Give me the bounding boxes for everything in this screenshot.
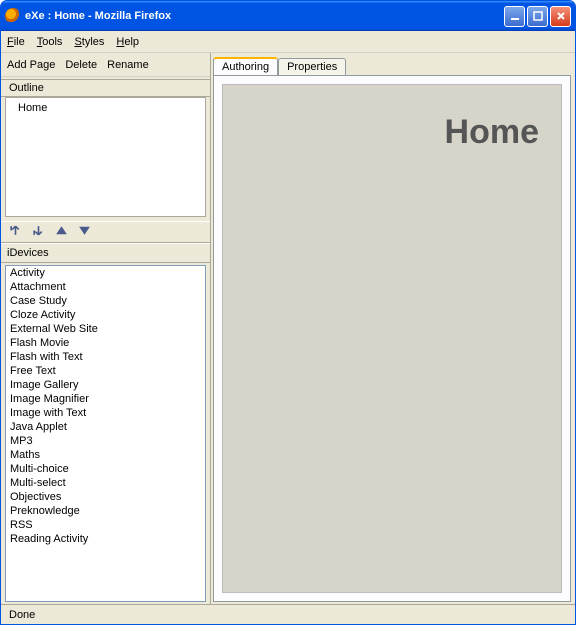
- idevice-item[interactable]: Flash Movie: [6, 336, 205, 350]
- idevice-item[interactable]: Java Applet: [6, 420, 205, 434]
- idevice-item[interactable]: Image Magnifier: [6, 392, 205, 406]
- idevice-item[interactable]: Objectives: [6, 490, 205, 504]
- idevice-item[interactable]: Cloze Activity: [6, 308, 205, 322]
- idevices-header: iDevices: [1, 243, 210, 263]
- idevice-item[interactable]: Multi-select: [6, 476, 205, 490]
- maximize-button[interactable]: [527, 6, 548, 27]
- idevice-item[interactable]: External Web Site: [6, 322, 205, 336]
- idevice-item[interactable]: Activity: [6, 266, 205, 280]
- minimize-button[interactable]: [504, 6, 525, 27]
- move-down-icon[interactable]: [78, 224, 91, 240]
- idevice-item[interactable]: Free Text: [6, 364, 205, 378]
- outline-node-home[interactable]: Home: [18, 102, 193, 114]
- window-buttons: [504, 6, 571, 27]
- app-window: eXe : Home - Mozilla Firefox File Tools …: [0, 0, 576, 625]
- main-body: Add Page Delete Rename Outline Home iDev…: [1, 53, 575, 604]
- authoring-canvas[interactable]: Home: [222, 84, 562, 593]
- tab-authoring[interactable]: Authoring: [213, 57, 278, 75]
- menu-styles[interactable]: Styles: [74, 36, 104, 48]
- left-panel: Add Page Delete Rename Outline Home iDev…: [1, 53, 211, 604]
- page-toolbar: Add Page Delete Rename: [1, 53, 210, 77]
- menu-file[interactable]: File: [7, 36, 25, 48]
- idevice-item[interactable]: Image Gallery: [6, 378, 205, 392]
- idevice-item[interactable]: RSS: [6, 518, 205, 532]
- idevice-item[interactable]: Multi-choice: [6, 462, 205, 476]
- idevice-item[interactable]: Case Study: [6, 294, 205, 308]
- page-title: Home: [445, 113, 539, 152]
- outline-header: Outline: [1, 79, 210, 97]
- outline-controls: [1, 221, 210, 243]
- titlebar[interactable]: eXe : Home - Mozilla Firefox: [1, 1, 575, 31]
- move-up-icon[interactable]: [55, 224, 68, 240]
- menu-tools[interactable]: Tools: [37, 36, 63, 48]
- add-page-button[interactable]: Add Page: [7, 59, 55, 71]
- idevice-item[interactable]: Preknowledge: [6, 504, 205, 518]
- firefox-icon: [5, 8, 21, 24]
- delete-button[interactable]: Delete: [65, 59, 97, 71]
- statusbar: Done: [1, 604, 575, 624]
- tab-properties[interactable]: Properties: [278, 58, 346, 75]
- idevice-item[interactable]: Attachment: [6, 280, 205, 294]
- tab-row: Authoring Properties: [213, 55, 571, 75]
- demote-icon[interactable]: [32, 224, 45, 240]
- close-button[interactable]: [550, 6, 571, 27]
- rename-button[interactable]: Rename: [107, 59, 149, 71]
- menubar: File Tools Styles Help: [1, 31, 575, 53]
- idevices-list[interactable]: ActivityAttachmentCase StudyCloze Activi…: [5, 265, 206, 602]
- menu-help[interactable]: Help: [116, 36, 139, 48]
- idevice-item[interactable]: Reading Activity: [6, 532, 205, 546]
- content-frame: Home: [213, 75, 571, 602]
- outline-tree[interactable]: Home: [5, 97, 206, 217]
- window-title: eXe : Home - Mozilla Firefox: [25, 10, 171, 22]
- idevice-item[interactable]: Image with Text: [6, 406, 205, 420]
- status-text: Done: [9, 609, 35, 621]
- idevice-item[interactable]: MP3: [6, 434, 205, 448]
- right-panel: Authoring Properties Home: [211, 53, 575, 604]
- idevice-item[interactable]: Maths: [6, 448, 205, 462]
- promote-icon[interactable]: [9, 224, 22, 240]
- idevice-item[interactable]: Flash with Text: [6, 350, 205, 364]
